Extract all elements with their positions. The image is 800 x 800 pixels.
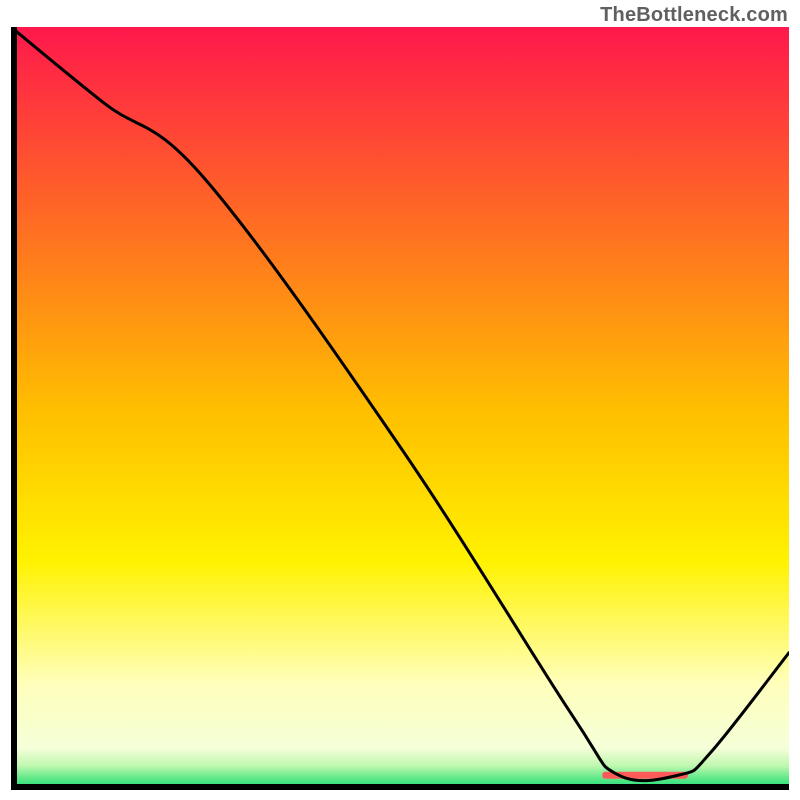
chart-svg [11, 27, 789, 790]
gradient-background [11, 27, 789, 790]
plot-area [11, 27, 789, 790]
chart-stage: TheBottleneck.com [0, 0, 800, 800]
watermark-text: TheBottleneck.com [600, 4, 788, 27]
